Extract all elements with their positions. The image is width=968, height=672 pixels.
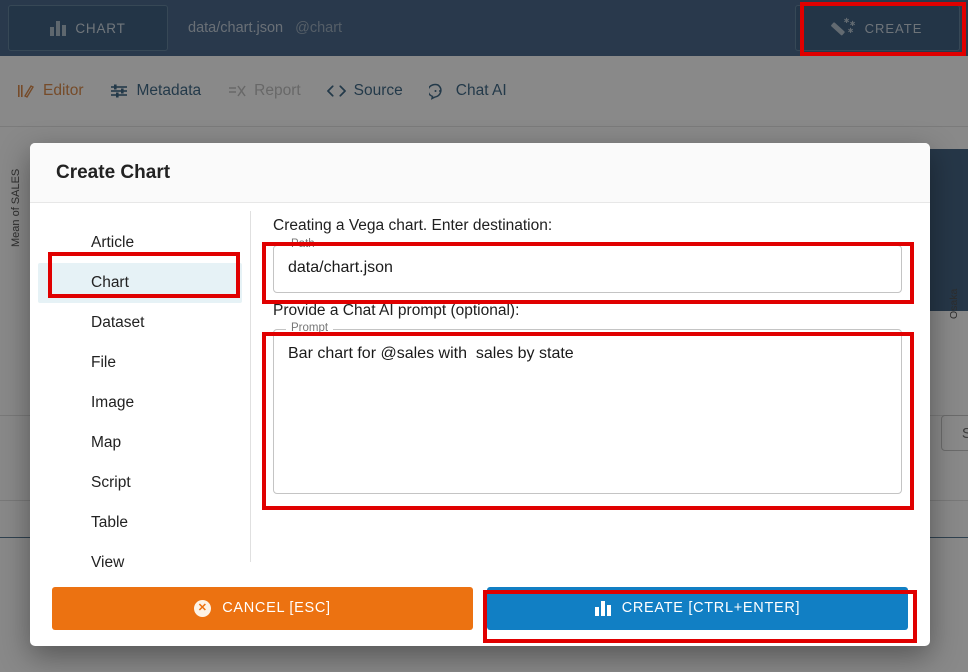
destination-hint-text: Creating a Vega chart. Enter destination… bbox=[273, 217, 553, 234]
path-field[interactable]: Path data/chart.json bbox=[273, 238, 902, 293]
prompt-hint-text: Provide a Chat AI prompt (optional): bbox=[273, 302, 520, 319]
x-circle-icon: ✕ bbox=[194, 599, 212, 617]
create-chart-dialog: Create Chart Article Chart Dataset File … bbox=[30, 143, 930, 646]
prompt-field[interactable]: Prompt Bar chart for @sales with sales b… bbox=[273, 322, 902, 494]
dialog-type-list: Article Chart Dataset File Image Map Scr… bbox=[30, 211, 251, 571]
list-item-label: Article bbox=[91, 234, 135, 251]
dialog-nav-item-file[interactable]: File bbox=[38, 343, 242, 383]
prompt-textarea[interactable]: Bar chart for @sales with sales by state bbox=[274, 330, 901, 376]
prompt-field-legend: Prompt bbox=[286, 322, 334, 334]
path-field-legend: Path bbox=[286, 238, 320, 250]
dialog-nav-item-image[interactable]: Image bbox=[38, 383, 242, 423]
dialog-footer: ✕ CANCEL [ESC] CREATE [CTRL+ENTER] bbox=[30, 570, 930, 646]
cancel-button-label: CANCEL [ESC] bbox=[222, 600, 331, 616]
list-item-label: Script bbox=[91, 474, 131, 491]
dialog-nav-item-article[interactable]: Article bbox=[38, 223, 242, 263]
dialog-nav-item-chart[interactable]: Chart bbox=[38, 263, 242, 303]
bar-chart-icon bbox=[594, 600, 611, 616]
list-item-label: Dataset bbox=[91, 314, 145, 331]
list-item-label: Map bbox=[91, 434, 122, 451]
dialog-nav-item-map[interactable]: Map bbox=[38, 423, 242, 463]
list-item-label: Chart bbox=[91, 274, 129, 291]
dialog-nav-item-table[interactable]: Table bbox=[38, 503, 242, 543]
cancel-button[interactable]: ✕ CANCEL [ESC] bbox=[52, 586, 473, 630]
app-root: Mean of SALES Osaka Se CHART data/chart.… bbox=[0, 0, 968, 672]
list-item-label: File bbox=[91, 354, 116, 371]
list-item-label: Table bbox=[91, 514, 129, 531]
list-item-label: Image bbox=[91, 394, 135, 411]
dialog-nav-item-script[interactable]: Script bbox=[38, 463, 242, 503]
dialog-form-panel: Creating a Vega chart. Enter destination… bbox=[251, 203, 930, 570]
path-input[interactable]: data/chart.json bbox=[274, 246, 901, 290]
dialog-title: Create Chart bbox=[30, 143, 930, 203]
dialog-nav-item-dataset[interactable]: Dataset bbox=[38, 303, 242, 343]
dialog-body: Article Chart Dataset File Image Map Scr… bbox=[30, 203, 930, 571]
create-button[interactable]: CREATE [CTRL+ENTER] bbox=[487, 586, 908, 630]
create-button-label: CREATE [CTRL+ENTER] bbox=[621, 600, 801, 616]
